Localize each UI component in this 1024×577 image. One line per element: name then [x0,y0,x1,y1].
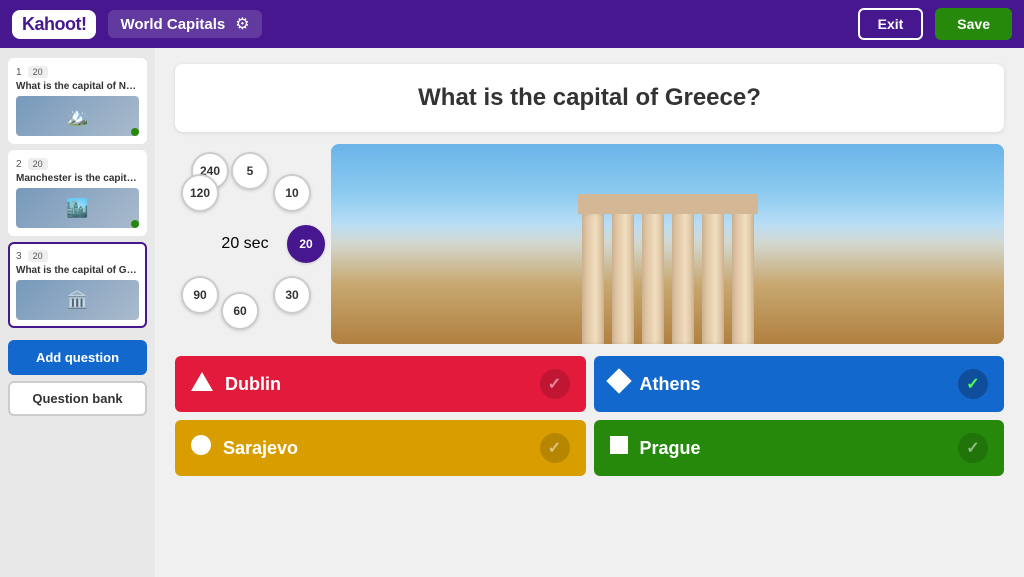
answer-label-dublin: Dublin [225,374,528,395]
question-thumbnail-3: 🏛️ [16,280,139,320]
question-text-2: Manchester is the capital of the ... [16,173,139,184]
square-icon [610,436,628,460]
question-text-3: What is the capital of Greece? [16,265,139,276]
question-number-3: 3 [16,251,22,262]
answer-label-sarajevo: Sarajevo [223,438,528,459]
middle-section: 5 10 240 120 90 60 30 20 sec 20 [175,144,1004,344]
time-option-10[interactable]: 10 [273,174,311,212]
sidebar: 1 20 What is the capital of Norway? 🏔️ 2… [0,48,155,577]
check-icon-prague: ✓ [958,433,988,463]
question-thumbnail-1: 🏔️ [16,96,139,136]
time-badge-2: 20 [28,158,48,170]
answer-label-athens: Athens [640,374,947,395]
timer-area: 5 10 240 120 90 60 30 20 sec 20 [175,144,315,344]
active-dot-2 [131,220,139,228]
timer-center: 20 sec [221,235,268,253]
image-area: ℹ ✎ Remove [331,144,1004,344]
question-bank-button[interactable]: Question bank [8,381,147,416]
answer-sarajevo[interactable]: Sarajevo ✓ [175,420,586,476]
save-button[interactable]: Save [935,8,1012,40]
answer-label-prague: Prague [640,438,947,459]
check-icon-dublin: ✓ [540,369,570,399]
app-header: Kahoot! World Capitals ⚙ Exit Save [0,0,1024,48]
main-layout: 1 20 What is the capital of Norway? 🏔️ 2… [0,48,1024,577]
title-area: World Capitals ⚙ [108,10,261,38]
check-icon-sarajevo: ✓ [540,433,570,463]
question-text: What is the capital of Greece? [195,84,984,112]
circle-icon [191,435,211,461]
time-badge-3: 20 [28,250,48,262]
quiz-title: World Capitals [120,16,225,33]
question-number-2: 2 [16,159,22,170]
parthenon-image [331,144,1004,344]
active-dot-1 [131,128,139,136]
question-number-1: 1 [16,67,22,78]
check-icon-athens: ✓ [958,369,988,399]
gear-icon[interactable]: ⚙ [235,14,249,34]
sidebar-question-3[interactable]: 3 20 What is the capital of Greece? 🏛️ [8,242,147,328]
sec-label: sec [244,235,269,252]
answer-prague[interactable]: Prague ✓ [594,420,1005,476]
question-thumbnail-2: 🏙️ [16,188,139,228]
sidebar-question-2[interactable]: 2 20 Manchester is the capital of the ..… [8,150,147,236]
timer-value: 20 [221,235,239,252]
time-option-30[interactable]: 30 [273,276,311,314]
content-area: What is the capital of Greece? 5 10 240 … [155,48,1024,577]
answer-dublin[interactable]: Dublin ✓ [175,356,586,412]
diamond-icon [610,372,628,396]
add-question-button[interactable]: Add question [8,340,147,375]
question-text-1: What is the capital of Norway? [16,81,139,92]
time-badge-1: 20 [28,66,48,78]
kahoot-logo: Kahoot! [12,10,96,39]
time-option-20-selected[interactable]: 20 [287,225,325,263]
answer-athens[interactable]: Athens ✓ [594,356,1005,412]
time-option-120[interactable]: 120 [181,174,219,212]
triangle-icon [191,372,213,397]
exit-button[interactable]: Exit [858,8,924,40]
time-option-60[interactable]: 60 [221,292,259,330]
sidebar-question-1[interactable]: 1 20 What is the capital of Norway? 🏔️ [8,58,147,144]
time-option-90[interactable]: 90 [181,276,219,314]
answers-grid: Dublin ✓ Athens ✓ Sarajevo ✓ [175,356,1004,476]
question-box: What is the capital of Greece? [175,64,1004,132]
time-option-5[interactable]: 5 [231,152,269,190]
